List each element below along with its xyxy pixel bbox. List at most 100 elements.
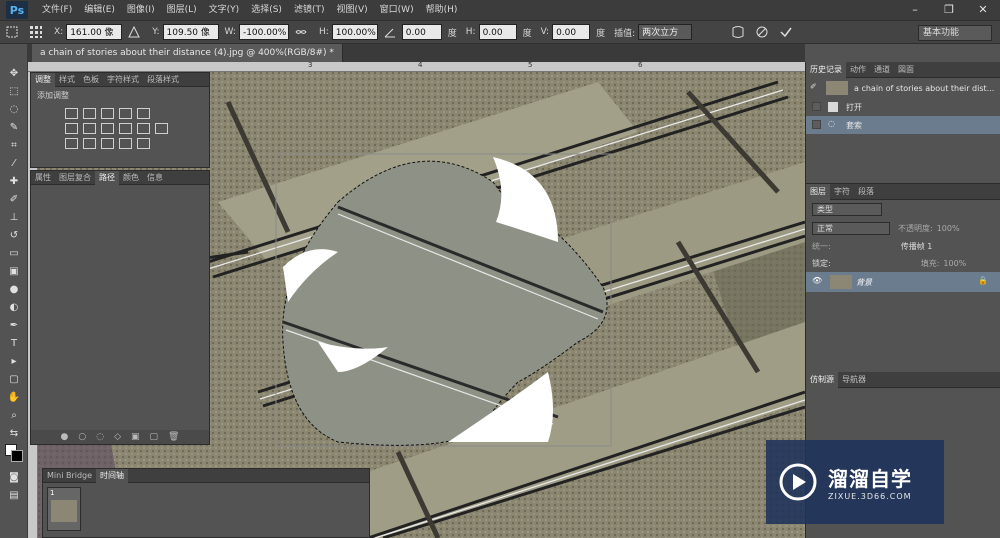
- tab-layers-2[interactable]: 図面: [894, 62, 918, 78]
- quick-mask-icon[interactable]: ◙: [0, 468, 28, 486]
- eyedropper-tool-icon[interactable]: ⁄: [0, 154, 28, 172]
- hue-saturation-icon[interactable]: [65, 123, 78, 134]
- tab-layer-comps[interactable]: 图层复合: [55, 171, 95, 185]
- tab-mini-bridge[interactable]: Mini Bridge: [43, 469, 96, 483]
- tab-paragraph[interactable]: 段落: [854, 184, 878, 200]
- background-color-swatch[interactable]: [11, 450, 23, 462]
- tab-paths[interactable]: 路径: [95, 170, 119, 185]
- channel-mixer-icon[interactable]: [137, 123, 150, 134]
- brush-tool-icon[interactable]: ✐: [0, 190, 28, 208]
- tab-character[interactable]: 字符: [830, 184, 854, 200]
- tab-swatches[interactable]: 色板: [79, 73, 103, 87]
- levels-icon[interactable]: [83, 108, 96, 119]
- angle-field[interactable]: 0.00: [401, 24, 442, 40]
- opacity-field[interactable]: 100%: [937, 224, 960, 233]
- document-tab[interactable]: a chain of stories about their distance …: [32, 44, 343, 62]
- interpolation-select[interactable]: 两次立方: [638, 24, 693, 40]
- cancel-transform-icon[interactable]: [754, 24, 770, 40]
- vibrance-icon[interactable]: [137, 108, 150, 119]
- healing-brush-tool-icon[interactable]: ✚: [0, 172, 28, 190]
- tab-history[interactable]: 历史记录: [806, 61, 846, 78]
- eraser-tool-icon[interactable]: ▭: [0, 244, 28, 262]
- crop-tool-icon[interactable]: ⌗: [0, 136, 28, 154]
- color-swatches[interactable]: [0, 442, 28, 468]
- menu-select[interactable]: 选择(S): [245, 0, 288, 20]
- make-work-path-icon[interactable]: ◇: [114, 432, 121, 442]
- stroke-path-icon[interactable]: ○: [78, 432, 86, 442]
- menu-filter[interactable]: 滤镜(T): [288, 0, 331, 20]
- animation-frame[interactable]: 1: [47, 487, 81, 531]
- reference-point-icon[interactable]: [28, 24, 44, 40]
- history-snapshot[interactable]: ✐ a chain of stories about their dist...: [806, 78, 1000, 98]
- tab-paragraph-styles[interactable]: 段落样式: [143, 73, 183, 87]
- pen-tool-icon[interactable]: ✒: [0, 316, 28, 334]
- color-balance-icon[interactable]: [83, 123, 96, 134]
- eye-icon[interactable]: 👁: [812, 276, 822, 285]
- new-path-icon[interactable]: ▢: [150, 432, 159, 442]
- posterize-icon[interactable]: [83, 138, 96, 149]
- history-item-lasso[interactable]: ◌ 套索: [806, 116, 1000, 134]
- tab-channels[interactable]: 通道: [870, 62, 894, 78]
- threshold-icon[interactable]: [101, 138, 114, 149]
- transform-tool-icon[interactable]: [4, 24, 20, 40]
- menu-file[interactable]: 文件(F): [36, 0, 78, 20]
- load-selection-icon[interactable]: ◌: [96, 432, 104, 442]
- type-tool-icon[interactable]: T: [0, 334, 28, 352]
- curves-icon[interactable]: [101, 108, 114, 119]
- clone-stamp-tool-icon[interactable]: ⊥: [0, 208, 28, 226]
- menu-layer[interactable]: 图层(L): [161, 0, 203, 20]
- default-colors-icon[interactable]: ⇆: [0, 424, 28, 442]
- shape-tool-icon[interactable]: ▢: [0, 370, 28, 388]
- layer-background[interactable]: 👁 背景 🔒: [806, 272, 1000, 292]
- move-tool-icon[interactable]: ✥: [0, 64, 28, 82]
- photo-filter-icon[interactable]: [119, 123, 132, 134]
- tab-styles[interactable]: 样式: [55, 73, 79, 87]
- width-field[interactable]: -100.00%: [238, 24, 289, 40]
- gradient-map-icon[interactable]: [119, 138, 132, 149]
- tab-character-styles[interactable]: 字符样式: [103, 73, 143, 87]
- restore-button[interactable]: ❐: [932, 0, 966, 20]
- menu-window[interactable]: 窗口(W): [374, 0, 420, 20]
- path-selection-tool-icon[interactable]: ▸: [0, 352, 28, 370]
- blur-tool-icon[interactable]: ●: [0, 280, 28, 298]
- minimize-button[interactable]: –: [898, 0, 932, 20]
- commit-transform-icon[interactable]: [778, 24, 794, 40]
- close-button[interactable]: ✕: [966, 0, 1000, 20]
- trash-icon[interactable]: 🗑: [168, 432, 179, 442]
- blend-mode-select[interactable]: 正常: [812, 222, 890, 235]
- invert-icon[interactable]: [65, 138, 78, 149]
- exposure-icon[interactable]: [119, 108, 132, 119]
- warp-icon[interactable]: [730, 24, 746, 40]
- tab-info[interactable]: 信息: [143, 171, 167, 185]
- propagate-frame-checkbox[interactable]: 传播帧 1: [901, 241, 933, 252]
- vskew-field[interactable]: 0.00: [552, 24, 591, 40]
- menu-view[interactable]: 视图(V): [330, 0, 373, 20]
- y-field[interactable]: 109.50 像: [162, 24, 219, 40]
- x-field[interactable]: 161.00 像: [66, 24, 123, 40]
- zoom-tool-icon[interactable]: ⌕: [0, 406, 28, 424]
- tab-adjustments[interactable]: 调整: [31, 72, 55, 87]
- hskew-field[interactable]: 0.00: [478, 24, 517, 40]
- screen-mode-icon[interactable]: ▤: [0, 486, 28, 504]
- selective-color-icon[interactable]: [137, 138, 150, 149]
- menu-image[interactable]: 图像(I): [121, 0, 161, 20]
- brightness-icon[interactable]: [65, 108, 78, 119]
- gradient-tool-icon[interactable]: ▣: [0, 262, 28, 280]
- tab-actions[interactable]: 动作: [846, 62, 870, 78]
- tab-navigator[interactable]: 导航器: [838, 372, 870, 388]
- history-brush-tool-icon[interactable]: ↺: [0, 226, 28, 244]
- tab-properties[interactable]: 属性: [31, 171, 55, 185]
- fill-field[interactable]: 100%: [943, 259, 966, 268]
- marquee-tool-icon[interactable]: ⬚: [0, 82, 28, 100]
- workspace-select[interactable]: 基本功能: [918, 25, 992, 41]
- menu-edit[interactable]: 编辑(E): [78, 0, 121, 20]
- layer-kind-select[interactable]: 类型: [812, 203, 882, 216]
- tab-color[interactable]: 颜色: [119, 171, 143, 185]
- menu-help[interactable]: 帮助(H): [420, 0, 464, 20]
- tab-layers[interactable]: 图层: [806, 183, 830, 200]
- hand-tool-icon[interactable]: ✋: [0, 388, 28, 406]
- history-item-open[interactable]: 打开: [806, 98, 1000, 116]
- tab-clone-source[interactable]: 仿制源: [806, 371, 838, 388]
- lasso-tool-icon[interactable]: ◌: [0, 100, 28, 118]
- tab-timeline[interactable]: 时间轴: [96, 468, 129, 483]
